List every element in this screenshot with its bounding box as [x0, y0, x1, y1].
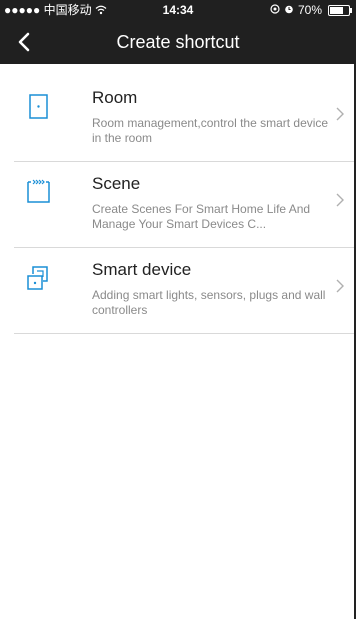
divider — [14, 333, 356, 334]
status-bar: ●●●●● 中国移动 14:34 70% — [0, 0, 356, 20]
shortcut-list: Room Room management,control the smart d… — [0, 76, 356, 334]
navigation-bar: Create shortcut — [0, 20, 356, 64]
back-button[interactable] — [4, 20, 44, 64]
battery-icon — [328, 4, 352, 16]
chevron-right-icon — [334, 106, 346, 122]
chevron-right-icon — [334, 278, 346, 294]
chevron-right-icon — [334, 192, 346, 208]
page-title: Create shortcut — [116, 32, 240, 52]
battery-percent: 70% — [297, 3, 322, 17]
chevron-left-icon — [18, 32, 30, 52]
item-title: Smart device — [92, 260, 192, 279]
item-title: Scene — [92, 174, 141, 193]
list-item-scene[interactable]: Scene Create Scenes For Smart Home Life … — [0, 162, 356, 248]
item-description: Adding smart lights, sensors, plugs and … — [92, 288, 326, 317]
list-item-room[interactable]: Room Room management,control the smart d… — [0, 76, 356, 162]
status-indicators: 70% — [270, 0, 352, 20]
alarm-icon — [284, 0, 294, 20]
scene-icon — [22, 176, 54, 208]
item-title: Room — [92, 88, 138, 107]
door-icon — [22, 90, 54, 122]
item-description: Room management,control the smart device… — [92, 116, 329, 145]
location-lock-icon — [270, 0, 280, 20]
item-description: Create Scenes For Smart Home Life And Ma… — [92, 202, 311, 231]
list-item-smart-device[interactable]: Smart device Adding smart lights, sensor… — [0, 248, 356, 334]
smart-device-icon — [22, 262, 54, 294]
